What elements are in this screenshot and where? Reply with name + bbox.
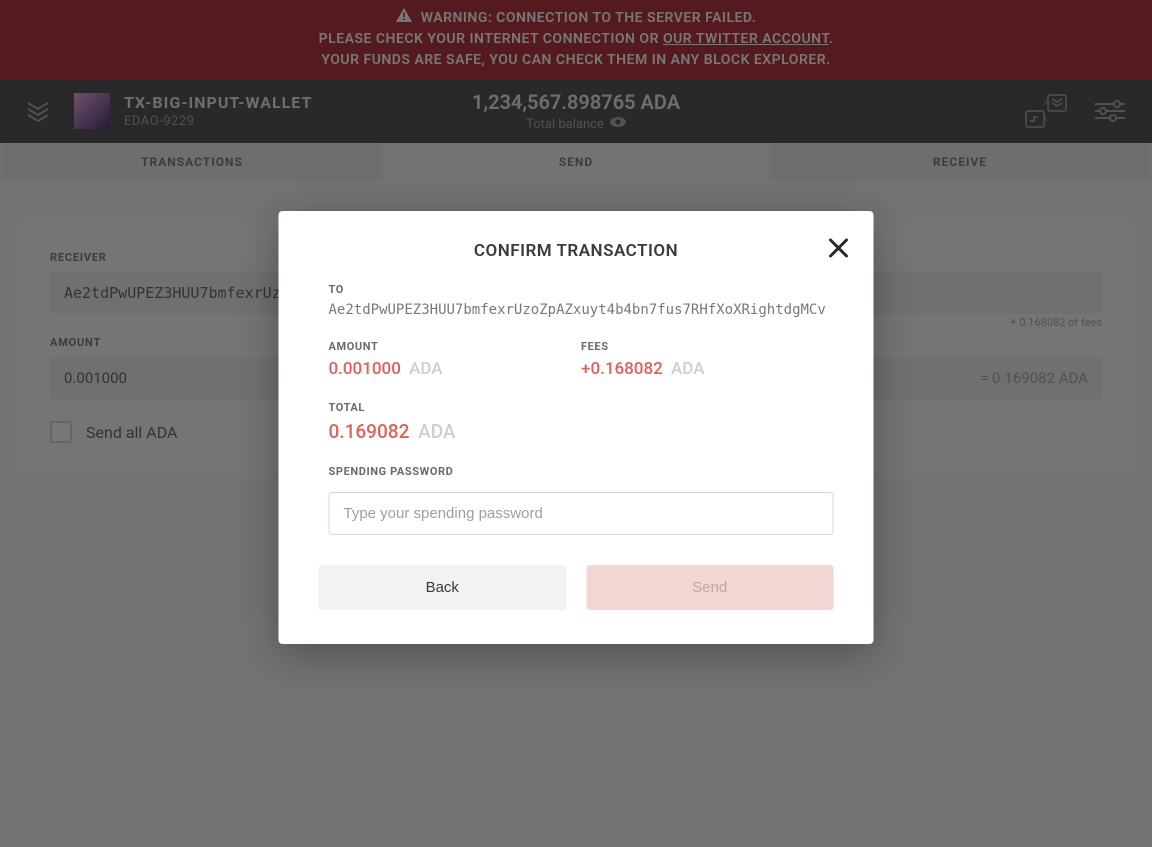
back-button[interactable]: Back (319, 565, 567, 610)
close-icon[interactable] (828, 237, 850, 259)
password-label: SPENDING PASSWORD (329, 465, 834, 478)
modal-fees-currency: ADA (671, 359, 704, 379)
modal-total-value: 0.169082 (329, 420, 410, 443)
confirm-transaction-modal: CONFIRM TRANSACTION TO Ae2tdPwUPEZ3HUU7b… (279, 211, 874, 644)
modal-fees-label: FEES (581, 340, 834, 353)
modal-amount-label: AMOUNT (329, 340, 582, 353)
modal-fees-value: +0.168082 (581, 359, 663, 379)
modal-total-label: TOTAL (329, 401, 834, 414)
send-button[interactable]: Send (586, 565, 834, 610)
to-label: TO (329, 283, 834, 296)
modal-amount-currency: ADA (409, 359, 442, 379)
modal-amount-value: 0.001000 (329, 359, 401, 379)
spending-password-input[interactable] (329, 492, 834, 535)
to-address: Ae2tdPwUPEZ3HUU7bmfexrUzoZpAZxuyt4b4bn7f… (329, 302, 834, 318)
modal-title: CONFIRM TRANSACTION (319, 241, 834, 261)
modal-total-currency: ADA (418, 420, 455, 443)
